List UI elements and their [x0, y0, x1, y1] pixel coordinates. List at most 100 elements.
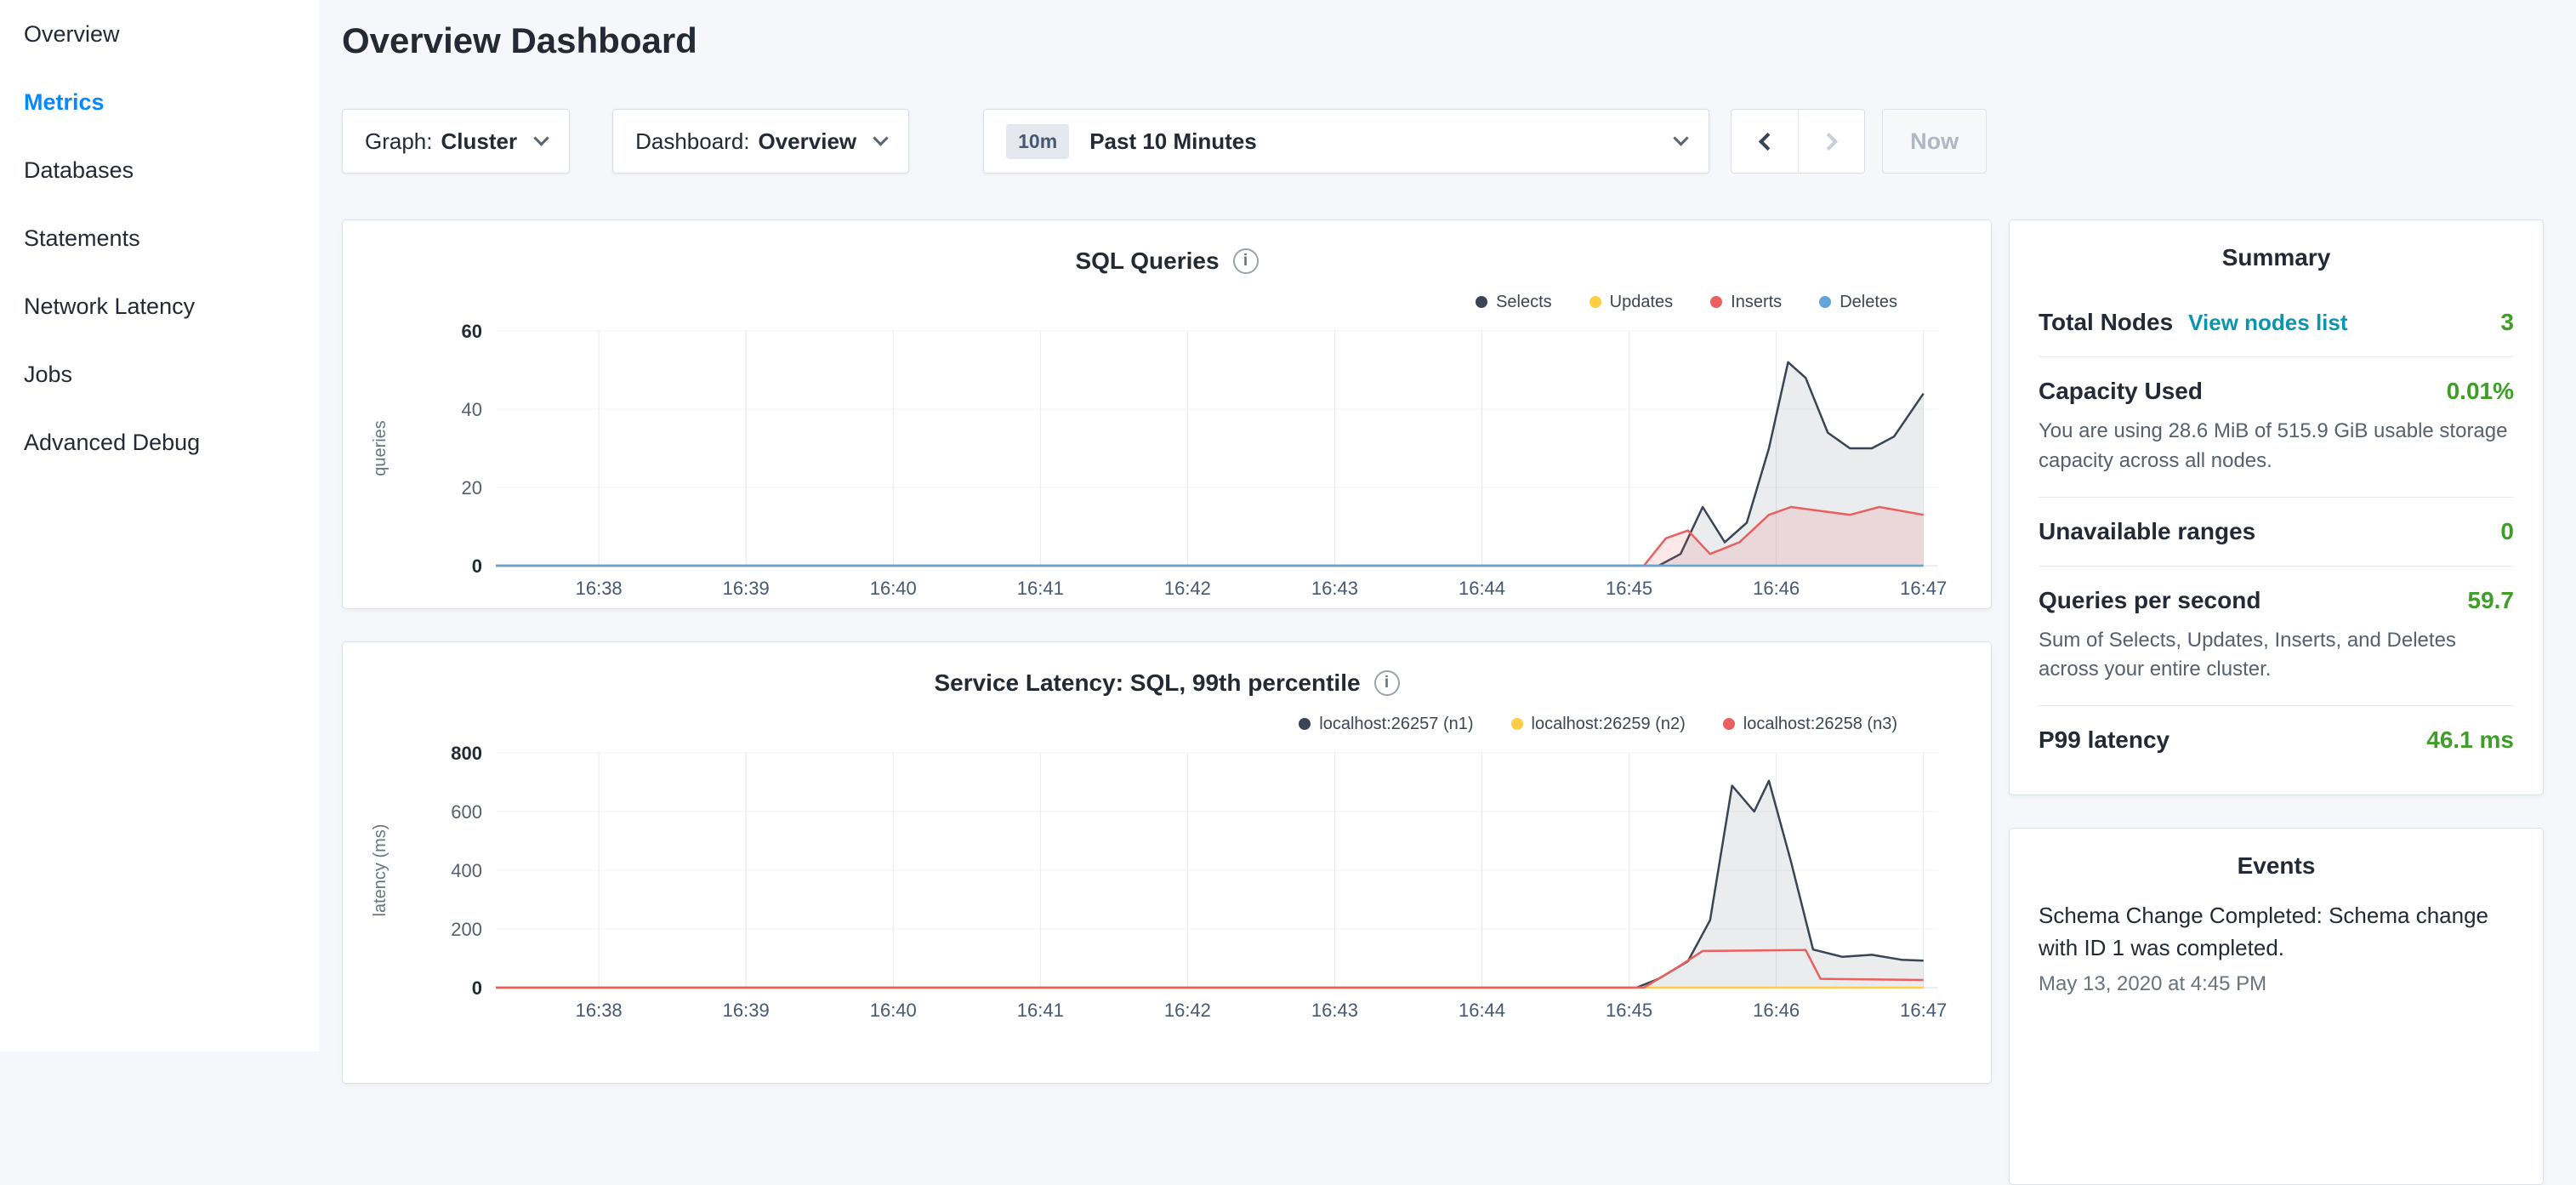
- summary-value: 0.01%: [2447, 378, 2514, 405]
- legend-item: localhost:26257 (n1): [1299, 715, 1473, 734]
- svg-text:0: 0: [472, 977, 482, 999]
- legend-label: Inserts: [1731, 293, 1782, 312]
- legend-label: localhost:26258 (n3): [1743, 715, 1897, 734]
- svg-text:16:47: 16:47: [1900, 578, 1947, 599]
- service-latency-chart[interactable]: 16:3816:3916:4016:4116:4216:4316:4416:45…: [368, 741, 1967, 1030]
- chart-title: SQL Queries: [1075, 248, 1219, 275]
- sidebar-item-network-latency[interactable]: Network Latency: [0, 272, 319, 340]
- svg-text:16:38: 16:38: [576, 578, 623, 599]
- legend-label: Deletes: [1840, 293, 1897, 312]
- sidebar-item-statements[interactable]: Statements: [0, 204, 319, 272]
- summary-label: Total Nodes: [2039, 309, 2173, 336]
- metrics-page: Overview Metrics Databases Statements Ne…: [0, 0, 2576, 1051]
- svg-text:16:45: 16:45: [1606, 578, 1652, 599]
- summary-item-queries-per-second: Queries per second 59.7 Sum of Selects, …: [2039, 567, 2514, 707]
- sidebar-item-overview[interactable]: Overview: [0, 0, 319, 68]
- summary-item-unavailable-ranges: Unavailable ranges 0: [2039, 498, 2514, 567]
- graph-dropdown-value: Cluster: [441, 128, 518, 155]
- svg-text:60: 60: [462, 321, 482, 342]
- legend-label: localhost:26257 (n1): [1319, 715, 1473, 734]
- legend-label: Updates: [1610, 293, 1674, 312]
- svg-text:16:43: 16:43: [1311, 578, 1358, 599]
- sidebar-item-jobs[interactable]: Jobs: [0, 340, 319, 408]
- summary-description: You are using 28.6 MiB of 515.9 GiB usab…: [2039, 417, 2514, 476]
- now-button: Now: [1882, 109, 1987, 174]
- legend-dot-icon: [1299, 718, 1311, 730]
- summary-value: 3: [2500, 309, 2514, 336]
- svg-text:16:41: 16:41: [1017, 1000, 1064, 1021]
- summary-label: Unavailable ranges: [2039, 518, 2255, 545]
- summary-label: Queries per second: [2039, 587, 2260, 614]
- svg-text:16:45: 16:45: [1606, 1000, 1652, 1021]
- svg-text:0: 0: [472, 555, 482, 577]
- summary-title: Summary: [2039, 244, 2514, 271]
- graph-dropdown-label: Graph:: [365, 128, 433, 155]
- sidebar-item-advanced-debug[interactable]: Advanced Debug: [0, 408, 319, 476]
- summary-item-p99-latency: P99 latency 46.1 ms: [2039, 706, 2514, 774]
- legend-item: Selects: [1476, 293, 1552, 312]
- legend-item: Updates: [1589, 293, 1674, 312]
- legend-item: localhost:26259 (n2): [1511, 715, 1686, 734]
- event-message: Schema Change Completed: Schema change w…: [2039, 900, 2514, 964]
- svg-text:16:44: 16:44: [1459, 1000, 1505, 1021]
- chevron-right-icon: [1820, 132, 1838, 150]
- chart-legend: localhost:26257 (n1) localhost:26259 (n2…: [368, 709, 1897, 739]
- sidebar-item-metrics[interactable]: Metrics: [0, 68, 319, 136]
- svg-text:400: 400: [451, 860, 482, 881]
- dashboard-controls: Graph: Cluster Dashboard: Overview 10m P…: [342, 109, 2039, 174]
- svg-text:16:39: 16:39: [723, 1000, 770, 1021]
- event-list-item[interactable]: Schema Change Completed: Schema change w…: [2039, 900, 2514, 996]
- events-panel: Events Schema Change Completed: Schema c…: [2009, 828, 2544, 1185]
- info-icon[interactable]: [1233, 248, 1259, 274]
- time-next-button: [1798, 110, 1864, 173]
- dashboard-dropdown-value: Overview: [759, 128, 857, 155]
- time-range-value: Past 10 Minutes: [1089, 128, 1257, 155]
- legend-dot-icon: [1819, 296, 1831, 308]
- svg-text:16:42: 16:42: [1164, 1000, 1211, 1021]
- svg-text:16:38: 16:38: [576, 1000, 623, 1021]
- graph-dropdown[interactable]: Graph: Cluster: [342, 109, 570, 174]
- event-timestamp: May 13, 2020 at 4:45 PM: [2039, 972, 2514, 996]
- chevron-left-icon: [1759, 132, 1777, 150]
- time-range-badge: 10m: [1006, 124, 1069, 159]
- legend-dot-icon: [1589, 296, 1601, 308]
- svg-text:800: 800: [451, 743, 482, 764]
- svg-text:16:46: 16:46: [1753, 578, 1800, 599]
- summary-item-total-nodes: Total Nodes View nodes list 3: [2039, 288, 2514, 357]
- summary-panel: Summary Total Nodes View nodes list 3 Ca…: [2009, 219, 2544, 795]
- info-icon[interactable]: [1374, 670, 1400, 696]
- page-title: Overview Dashboard: [342, 20, 1992, 61]
- sql-queries-chart[interactable]: 16:3816:3916:4016:4116:4216:4316:4416:45…: [368, 319, 1967, 608]
- legend-item: Deletes: [1819, 293, 1897, 312]
- summary-label: Capacity Used: [2039, 378, 2203, 405]
- svg-text:16:46: 16:46: [1753, 1000, 1800, 1021]
- time-prev-button[interactable]: [1732, 110, 1798, 173]
- legend-label: Selects: [1496, 293, 1552, 312]
- svg-text:200: 200: [451, 919, 482, 940]
- legend-label: localhost:26259 (n2): [1532, 715, 1686, 734]
- sql-queries-chart-card: SQL Queries Selects Updates Inserts Dele…: [342, 219, 1992, 609]
- svg-text:16:39: 16:39: [723, 578, 770, 599]
- svg-text:600: 600: [451, 801, 482, 823]
- svg-text:16:42: 16:42: [1164, 578, 1211, 599]
- svg-text:16:44: 16:44: [1459, 578, 1505, 599]
- legend-dot-icon: [1511, 718, 1523, 730]
- chevron-down-icon: [1673, 130, 1688, 145]
- sidebar-item-databases[interactable]: Databases: [0, 136, 319, 204]
- time-range-dropdown[interactable]: 10m Past 10 Minutes: [983, 109, 1709, 174]
- main-content: Overview Dashboard Graph: Cluster Dashbo…: [319, 0, 1992, 1051]
- sidebar: Overview Metrics Databases Statements Ne…: [0, 0, 319, 1051]
- time-pager: [1731, 109, 1865, 174]
- summary-value: 59.7: [2468, 587, 2515, 614]
- svg-text:40: 40: [462, 399, 482, 420]
- legend-dot-icon: [1710, 296, 1722, 308]
- chart-legend: Selects Updates Inserts Deletes: [368, 287, 1897, 317]
- right-column: Summary Total Nodes View nodes list 3 Ca…: [2009, 0, 2544, 1051]
- dashboard-dropdown-label: Dashboard:: [635, 128, 749, 155]
- summary-label: P99 latency: [2039, 726, 2169, 754]
- svg-text:queries: queries: [371, 420, 390, 476]
- chevron-down-icon: [533, 130, 549, 145]
- dashboard-dropdown[interactable]: Dashboard: Overview: [612, 109, 909, 174]
- view-nodes-list-link[interactable]: View nodes list: [2188, 310, 2347, 336]
- chevron-down-icon: [873, 130, 888, 145]
